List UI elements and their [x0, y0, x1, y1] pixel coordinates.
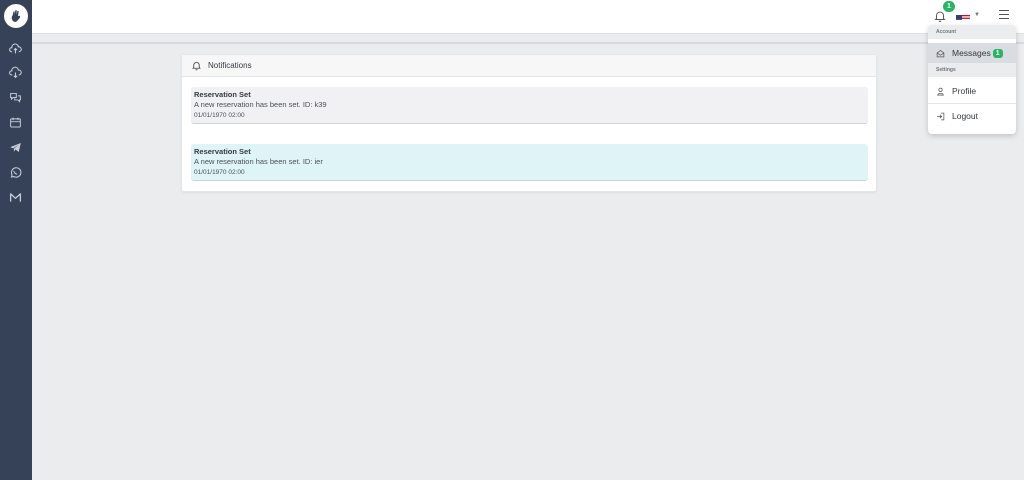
notification-time: 01/01/1970 02:00	[194, 112, 245, 119]
whatsapp-icon[interactable]	[8, 165, 22, 179]
header-divider	[32, 42, 1024, 44]
user-menu-dropdown: Account Messages 1 Settings Profile Logo…	[928, 25, 1016, 134]
telegram-icon[interactable]	[8, 140, 22, 154]
us-flag-icon[interactable]	[956, 11, 970, 20]
bell-icon	[192, 62, 201, 71]
notifications-title: Notifications	[208, 61, 252, 70]
settings-header: Settings	[928, 63, 1016, 77]
cloud-download-icon[interactable]	[8, 65, 22, 79]
notification-title: Reservation Set	[194, 147, 251, 156]
notification-body: A new reservation has been set. ID: ier	[194, 157, 323, 166]
profile-menu-item[interactable]: Profile	[928, 81, 1016, 101]
notifications-card: Notifications Reservation Set A new rese…	[181, 54, 877, 192]
notification-count-badge: 1	[943, 1, 955, 12]
messages-count-badge: 1	[992, 48, 1003, 58]
top-bar	[32, 0, 1024, 34]
sidebar	[0, 0, 32, 480]
calendar-icon[interactable]	[8, 115, 22, 129]
messages-label: Messages	[952, 48, 991, 58]
messages-menu-item[interactable]: Messages 1	[928, 43, 1016, 63]
account-header: Account	[928, 25, 1016, 39]
logout-icon	[937, 112, 945, 120]
menu-divider	[928, 103, 1016, 104]
envelope-open-icon	[936, 49, 945, 57]
logout-menu-item[interactable]: Logout	[928, 106, 1016, 126]
gmail-icon[interactable]	[8, 190, 22, 204]
logout-label: Logout	[952, 111, 978, 121]
cloud-upload-icon[interactable]	[8, 41, 22, 55]
profile-label: Profile	[952, 86, 977, 96]
notification-time: 01/01/1970 02:00	[194, 169, 245, 176]
hand-logo-icon[interactable]	[4, 4, 28, 28]
notification-title: Reservation Set	[194, 90, 251, 99]
notification-body: A new reservation has been set. ID: k39	[194, 100, 327, 109]
notification-item[interactable]: Reservation Set A new reservation has be…	[191, 87, 868, 124]
chat-icon[interactable]	[8, 90, 22, 104]
user-icon	[937, 87, 944, 96]
hamburger-icon[interactable]	[999, 10, 1011, 20]
chevron-down-icon[interactable]: ▼	[974, 12, 980, 18]
notification-item[interactable]: Reservation Set A new reservation has be…	[191, 144, 868, 181]
notifications-card-header: Notifications	[182, 55, 876, 77]
